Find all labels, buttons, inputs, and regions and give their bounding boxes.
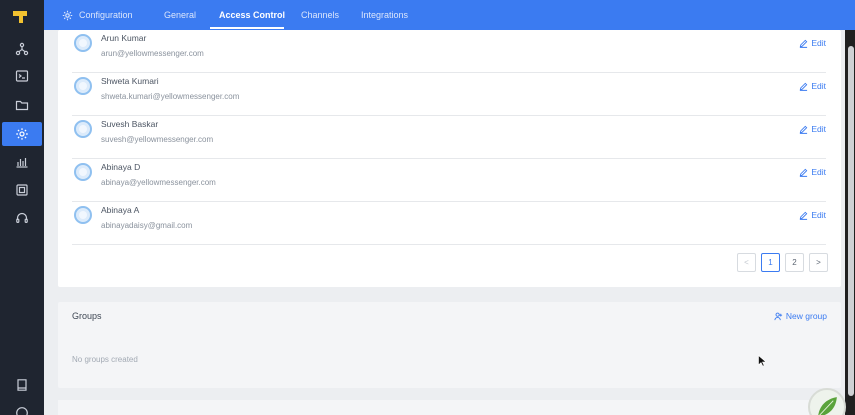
pagination-next-button[interactable]: >	[809, 253, 828, 272]
pencil-icon	[800, 125, 808, 134]
user-name: Arun Kumar	[101, 33, 147, 43]
add-group-icon	[774, 312, 782, 320]
settings-gear-icon	[62, 10, 73, 21]
edit-label: Edit	[811, 210, 826, 220]
pencil-icon	[800, 82, 808, 91]
edit-user-button[interactable]: Edit	[799, 81, 826, 91]
logo-icon[interactable]	[12, 10, 28, 24]
groups-title: Groups	[72, 311, 102, 321]
groups-empty-message: No groups created	[72, 355, 138, 364]
user-email: abinaya@yellowmessenger.com	[101, 178, 216, 187]
breadcrumb-configuration[interactable]: Configuration	[79, 0, 133, 30]
edit-label: Edit	[811, 167, 826, 177]
left-sidebar	[0, 0, 44, 415]
pencil-icon	[800, 168, 808, 177]
edit-user-button[interactable]: Edit	[799, 167, 826, 177]
scrollbar-thumb[interactable]	[848, 46, 854, 396]
user-email: suvesh@yellowmessenger.com	[101, 135, 214, 144]
user-name: Abinaya A	[101, 205, 140, 215]
folder-icon[interactable]	[8, 93, 36, 117]
tab-channels[interactable]: Channels	[301, 0, 339, 30]
edit-label: Edit	[811, 81, 826, 91]
book-icon[interactable]	[8, 373, 36, 397]
user-email: arun@yellowmessenger.com	[101, 49, 204, 58]
table-row: Arun Kumar arun@yellowmessenger.com Edit	[72, 30, 826, 73]
active-tab-indicator	[210, 27, 284, 29]
gear-icon[interactable]	[2, 122, 42, 146]
edit-label: Edit	[811, 38, 826, 48]
pencil-icon	[800, 39, 808, 48]
tab-general[interactable]: General	[164, 0, 196, 30]
avatar	[74, 120, 92, 138]
user-name: Abinaya D	[101, 162, 141, 172]
avatar	[74, 34, 92, 52]
leaf-widget[interactable]	[808, 388, 846, 415]
headset-icon[interactable]	[8, 206, 36, 230]
avatar	[74, 77, 92, 95]
new-group-label: New group	[785, 311, 827, 321]
pagination-page-1[interactable]: 1	[761, 253, 780, 272]
terminal-icon[interactable]	[8, 64, 36, 88]
help-icon[interactable]	[8, 401, 36, 415]
leaf-icon	[818, 397, 837, 415]
edit-user-button[interactable]: Edit	[799, 210, 826, 220]
avatar	[74, 206, 92, 224]
copy-icon[interactable]	[8, 178, 36, 202]
pencil-icon	[800, 211, 808, 220]
top-nav-bar: Configuration General Access Control Cha…	[44, 0, 855, 30]
edit-user-button[interactable]: Edit	[799, 38, 826, 48]
new-group-button[interactable]: New group	[774, 311, 827, 321]
table-row: Abinaya D abinaya@yellowmessenger.com Ed…	[72, 159, 826, 202]
users-card: Arun Kumar arun@yellowmessenger.com Edit…	[58, 30, 841, 287]
avatar	[74, 163, 92, 181]
tab-access-control[interactable]: Access Control	[219, 0, 285, 30]
tab-integrations[interactable]: Integrations	[361, 0, 408, 30]
next-section-card	[58, 400, 841, 415]
user-name: Suvesh Baskar	[101, 119, 159, 129]
groups-card: Groups New group No groups created	[58, 302, 841, 388]
mouse-cursor-icon	[758, 355, 767, 367]
user-email: shweta.kumari@yellowmessenger.com	[101, 92, 240, 101]
table-row: Shweta Kumari shweta.kumari@yellowmessen…	[72, 73, 826, 116]
pagination-page-2[interactable]: 2	[785, 253, 804, 272]
user-email: abinayadaisy@gmail.com	[101, 221, 193, 230]
table-row: Suvesh Baskar suvesh@yellowmessenger.com…	[72, 116, 826, 159]
pagination-prev-button[interactable]: <	[737, 253, 756, 272]
network-icon[interactable]	[8, 37, 36, 61]
edit-user-button[interactable]: Edit	[799, 124, 826, 134]
table-row: Abinaya A abinayadaisy@gmail.com Edit	[72, 202, 826, 245]
user-name: Shweta Kumari	[101, 76, 159, 86]
edit-label: Edit	[811, 124, 826, 134]
chart-icon[interactable]	[8, 150, 36, 174]
